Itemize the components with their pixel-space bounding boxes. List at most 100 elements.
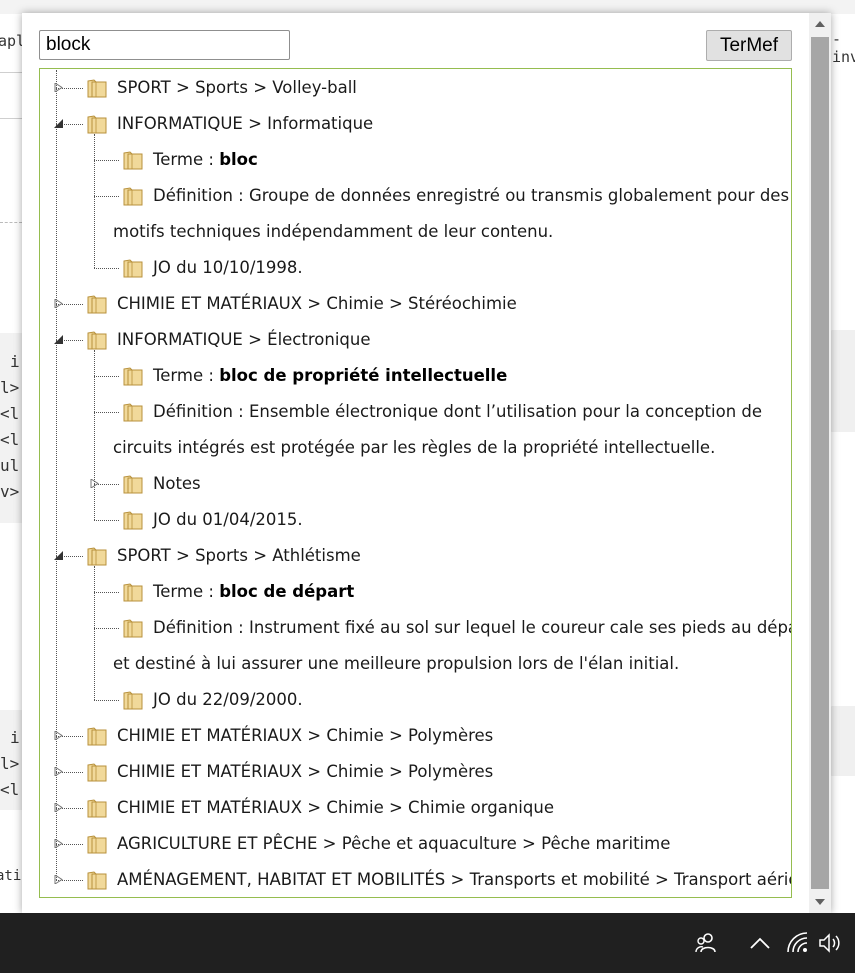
expanded-triangle-icon[interactable] — [54, 551, 63, 560]
expanded-triangle-icon[interactable] — [54, 335, 63, 344]
tree-child-jo: JO du 10/10/1998. — [40, 250, 780, 286]
folder-icon — [121, 580, 145, 604]
terme-value: bloc — [219, 150, 258, 169]
notes-label[interactable]: Notes — [153, 466, 201, 502]
folder-icon — [85, 832, 109, 856]
tree-child-terme: Terme : bloc de propriété intellectuelle — [40, 358, 780, 394]
tree-node[interactable]: SPORT > Sports > Volley-ball — [40, 70, 780, 106]
background-side-panel — [828, 706, 855, 776]
tree-connector-line — [94, 412, 119, 413]
folder-icon — [121, 508, 145, 532]
tree-node[interactable]: CHIMIE ET MATÉRIAUX > Chimie > Polymères — [40, 718, 780, 754]
tree-node[interactable]: CHIMIE ET MATÉRIAUX > Chimie > Chimie or… — [40, 790, 780, 826]
tree-node[interactable]: CHIMIE ET MATÉRIAUX > Chimie > Polymères — [40, 754, 780, 790]
terme-value: bloc de propriété intellectuelle — [219, 366, 508, 385]
terme-label: Terme : bloc — [153, 142, 258, 178]
tree-node[interactable]: SPORT > Sports > Athlétisme — [40, 538, 780, 574]
tree-connector-line — [94, 566, 95, 700]
scroll-down-arrow-icon[interactable] — [809, 891, 831, 913]
people-icon[interactable] — [692, 929, 720, 957]
tree-node-label: SPORT > Sports > Volley-ball — [117, 78, 357, 97]
expanded-triangle-icon[interactable] — [54, 119, 63, 128]
termef-button[interactable]: TerMef — [706, 30, 792, 61]
tree-connector-line — [94, 628, 119, 629]
folder-icon — [85, 868, 109, 892]
background-side-panel — [828, 330, 855, 432]
tree-node-label: AGRICULTURE ET PÊCHE > Pêche et aquacult… — [117, 834, 671, 853]
background-text: <l — [0, 404, 20, 423]
tree-node-label: SPORT > Sports > Athlétisme — [117, 546, 361, 565]
tree-connector-line — [94, 700, 119, 701]
tree-child-jo: JO du 22/09/2000. — [40, 682, 780, 718]
windows-taskbar — [0, 913, 855, 973]
definition-line: Définition : Instrument fixé au sol sur … — [153, 618, 792, 637]
search-input[interactable] — [39, 30, 290, 60]
tree-connector-line — [94, 592, 119, 593]
background-text: v> — [0, 482, 20, 501]
definition-line: et destiné à lui assurer une meilleure p… — [113, 654, 680, 673]
collapsed-triangle-icon[interactable] — [54, 839, 63, 848]
browser-toolbar-strip — [0, 0, 855, 14]
tree-child-definition: Définition : Ensemble électronique dont … — [40, 394, 780, 430]
tree-node[interactable]: AGRICULTURE ET PÊCHE > Pêche et aquacult… — [40, 826, 780, 862]
background-text: ul — [0, 456, 20, 475]
collapsed-triangle-icon[interactable] — [54, 731, 63, 740]
tree-connector-line — [94, 350, 95, 520]
chevron-up-icon[interactable] — [746, 929, 774, 957]
terme-prefix: Terme : — [153, 366, 220, 385]
tree-node-label: CHIMIE ET MATÉRIAUX > Chimie > Chimie or… — [117, 798, 554, 817]
folder-icon — [121, 400, 145, 424]
tree-connector-line — [94, 160, 119, 161]
tree-node-label: CHIMIE ET MATÉRIAUX > Chimie > Stéréochi… — [117, 294, 517, 313]
volume-icon[interactable] — [816, 929, 844, 957]
tree-child-jo: JO du 01/04/2015. — [40, 502, 780, 538]
folder-icon — [121, 256, 145, 280]
tree-node-label: INFORMATIQUE > Électronique — [117, 330, 371, 349]
scroll-up-arrow-icon[interactable] — [809, 13, 831, 35]
terme-label: Terme : bloc de départ — [153, 574, 354, 610]
collapsed-triangle-icon[interactable] — [54, 299, 63, 308]
popup-scrollbar[interactable] — [809, 13, 831, 913]
folder-icon — [85, 328, 109, 352]
background-text: <l — [0, 430, 20, 449]
tree-node[interactable]: AMÉNAGEMENT, HABITAT ET MOBILITÉS > Tran… — [40, 862, 791, 897]
tree-node[interactable]: CHIMIE ET MATÉRIAUX > Chimie > Stéréochi… — [40, 286, 780, 322]
folder-icon — [85, 796, 109, 820]
terme-prefix: Terme : — [153, 150, 220, 169]
background-text: i — [10, 728, 20, 747]
tree-connector-line — [94, 134, 95, 268]
tree-node[interactable]: INFORMATIQUE > Informatique — [40, 106, 780, 142]
tree-child-definition: Définition : Groupe de données enregistr… — [40, 178, 789, 214]
background-divider — [0, 222, 22, 223]
background-divider — [0, 72, 22, 73]
jo-label: JO du 10/10/1998. — [153, 258, 303, 277]
collapsed-triangle-icon[interactable] — [54, 875, 63, 884]
tree-node-label: AMÉNAGEMENT, HABITAT ET MOBILITÉS > Tran… — [117, 870, 792, 889]
terme-label: Terme : bloc de propriété intellectuelle — [153, 358, 507, 394]
scroll-thumb[interactable] — [811, 37, 829, 889]
folder-icon — [85, 76, 109, 100]
terme-prefix: Terme : — [153, 582, 220, 601]
collapsed-triangle-icon[interactable] — [54, 767, 63, 776]
folder-icon — [85, 760, 109, 784]
folder-icon — [121, 472, 145, 496]
folder-icon — [121, 148, 145, 172]
folder-icon — [121, 184, 145, 208]
tree-child-notes: Notes — [40, 466, 780, 502]
tree-connector-line — [94, 376, 119, 377]
tree-connector-line — [94, 268, 119, 269]
background-text: <l — [0, 780, 20, 799]
folder-icon — [121, 364, 145, 388]
termef-popup: TerMef SPORT > Sports > Volley-ball INFOR… — [22, 13, 831, 913]
background-text: l> — [0, 378, 20, 397]
collapsed-triangle-icon[interactable] — [54, 803, 63, 812]
definition-line: Définition : Groupe de données enregistr… — [153, 186, 790, 205]
wifi-icon[interactable] — [784, 929, 812, 957]
background-text: l> — [0, 754, 20, 773]
definition-line: circuits intégrés est protégée par les r… — [113, 438, 716, 457]
tree-connector-line — [94, 520, 119, 521]
collapsed-triangle-icon[interactable] — [54, 83, 63, 92]
tree-node[interactable]: INFORMATIQUE > Électronique — [40, 322, 780, 358]
tree-connector-line — [94, 196, 119, 197]
background-divider — [0, 118, 22, 119]
